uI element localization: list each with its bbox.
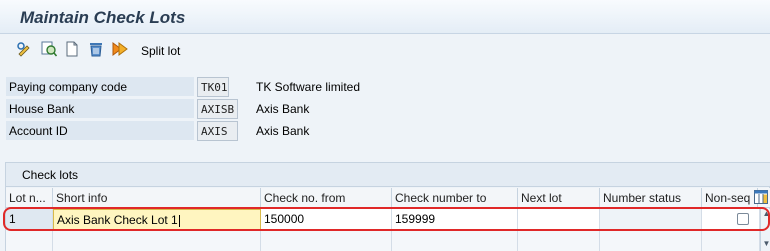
- field-description: Axis Bank: [256, 102, 310, 116]
- table-header: Lot n... Short info Check no. from Check…: [6, 188, 770, 208]
- toolbar: Split lot: [0, 35, 770, 66]
- cell-short-info[interactable]: Axis Bank Check Lot 1: [53, 209, 261, 230]
- split-lot-button[interactable]: Split lot: [141, 44, 180, 58]
- page-title: Maintain Check Lots: [20, 8, 186, 27]
- cell-lot-number[interactable]: 1: [6, 209, 53, 230]
- field-description: TK Software limited: [256, 80, 361, 94]
- new-entry-icon[interactable]: [64, 41, 80, 57]
- cell-next-lot[interactable]: [518, 209, 600, 230]
- column-header-non-seq[interactable]: Non-seq: [702, 188, 758, 208]
- field-description: Axis Bank: [256, 124, 310, 138]
- field-label: Paying company code: [6, 77, 194, 97]
- column-header-check-to[interactable]: Check number to: [392, 188, 518, 208]
- house-bank-field[interactable]: AXISB: [197, 99, 238, 119]
- empty-table-row: [6, 230, 760, 251]
- cell-short-info-text: Axis Bank Check Lot 1: [57, 213, 178, 227]
- empty-cell: [392, 230, 518, 251]
- empty-cell: [518, 230, 600, 251]
- field-label: House Bank: [6, 99, 194, 119]
- cell-number-status: [600, 209, 702, 230]
- empty-cell: [600, 230, 702, 251]
- form-row-house-bank: House Bank AXISB Axis Bank: [0, 99, 770, 119]
- non-seq-checkbox[interactable]: [737, 213, 749, 225]
- panel-title: Check lots: [6, 163, 770, 187]
- text-cursor: [178, 214, 180, 227]
- form-row-company-code: Paying company code TK01 TK Software lim…: [0, 77, 770, 97]
- check-lots-panel: Check lots Lot n... Short info Check no.…: [5, 162, 770, 251]
- delete-icon[interactable]: [88, 41, 104, 57]
- column-header-number-status[interactable]: Number status: [600, 188, 702, 208]
- cell-check-from[interactable]: 150000: [261, 209, 392, 230]
- display-change-icon[interactable]: [16, 41, 32, 57]
- scroll-up-icon[interactable]: ▲: [761, 209, 770, 219]
- column-header-check-from[interactable]: Check no. from: [261, 188, 392, 208]
- empty-cell: [6, 230, 53, 251]
- empty-cell: [53, 230, 261, 251]
- account-id-field[interactable]: AXIS: [197, 121, 238, 141]
- title-bar: Maintain Check Lots: [0, 0, 770, 34]
- scroll-down-icon[interactable]: ▼: [761, 239, 770, 249]
- company-code-field[interactable]: TK01: [197, 77, 229, 97]
- column-header-lot-number[interactable]: Lot n...: [6, 188, 53, 208]
- find-icon[interactable]: [41, 41, 57, 57]
- form-row-account-id: Account ID AXIS Axis Bank: [0, 121, 770, 141]
- empty-cell: [261, 230, 392, 251]
- column-header-next-lot[interactable]: Next lot: [518, 188, 600, 208]
- column-settings-icon[interactable]: [754, 190, 768, 204]
- field-label: Account ID: [6, 121, 194, 141]
- column-header-short-info[interactable]: Short info: [53, 188, 261, 208]
- cell-check-to[interactable]: 159999: [392, 209, 518, 230]
- vertical-scrollbar[interactable]: ▲ ▼: [760, 209, 770, 251]
- table-row: 1 Axis Bank Check Lot 1 150000 159999: [6, 209, 770, 230]
- cell-non-seq: [702, 209, 760, 230]
- execute-icon[interactable]: [112, 41, 128, 57]
- empty-cell: [702, 230, 760, 251]
